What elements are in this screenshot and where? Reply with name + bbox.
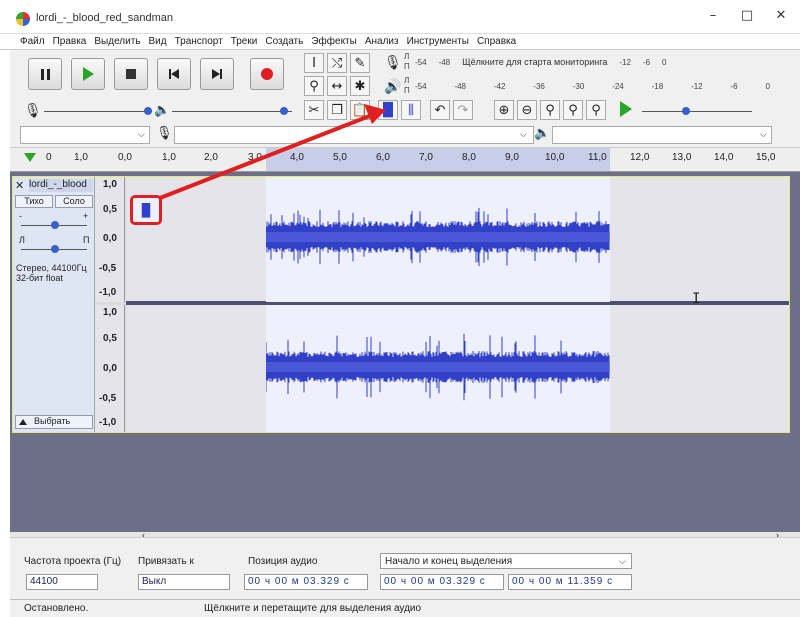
selection-start-field[interactable]: 00 ч 00 м 03.329 с: [380, 574, 504, 590]
selection-toolbar: Частота проекта (Гц) 44100 Привязать к В…: [10, 537, 800, 599]
audio-position-label: Позиция аудио: [248, 556, 318, 567]
status-bar: Остановлено. Щёлкните и перетащите для в…: [10, 599, 800, 617]
snap-to-label: Привязать к: [138, 556, 194, 567]
arrow-line: [159, 113, 373, 200]
audio-position-field[interactable]: 00 ч 00 м 03.329 с: [244, 574, 368, 590]
selection-mode-label: Начало и конец выделения: [385, 556, 513, 567]
project-rate-label: Частота проекта (Гц): [24, 556, 122, 567]
status-text: Остановлено.: [24, 603, 89, 614]
snap-to-select[interactable]: Выкл: [138, 574, 230, 590]
selection-end-field[interactable]: 00 ч 00 м 11.359 с: [508, 574, 632, 590]
selection-mode-select[interactable]: Начало и конец выделения ⌵: [380, 553, 632, 569]
annotation-arrow: [159, 104, 386, 200]
chevron-down-icon: ⌵: [619, 556, 626, 566]
arrow-head: [364, 104, 386, 124]
status-hint: Щёлкните и перетащите для выделения ауди…: [204, 603, 422, 614]
project-rate-select[interactable]: 44100: [26, 574, 98, 590]
